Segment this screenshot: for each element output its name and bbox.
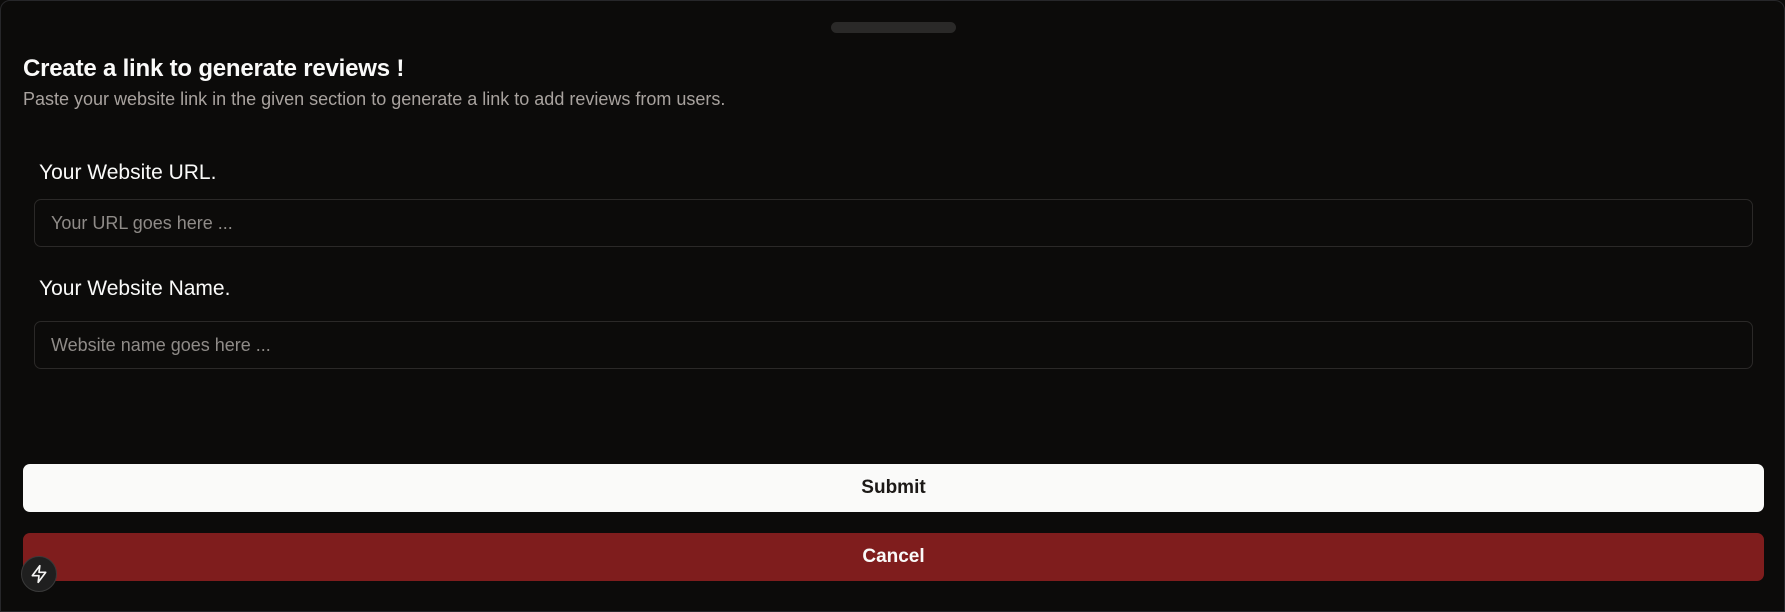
drawer-handle[interactable] [831,22,956,33]
drawer-header: Create a link to generate reviews ! Past… [23,53,725,113]
lightning-bolt-button[interactable] [21,556,57,592]
drawer-title: Create a link to generate reviews ! [23,55,405,82]
url-input[interactable] [34,199,1753,247]
website-name-label: Your Website Name. [39,277,231,300]
drawer-panel: Create a link to generate reviews ! Past… [0,0,1785,612]
submit-button[interactable]: Submit [23,464,1764,512]
cancel-button[interactable]: Cancel [23,533,1764,581]
drawer-description: Paste your website link in the given sec… [23,89,726,109]
lightning-bolt-icon [29,564,49,584]
url-label: Your Website URL. [39,161,217,184]
website-name-input[interactable] [34,321,1753,369]
